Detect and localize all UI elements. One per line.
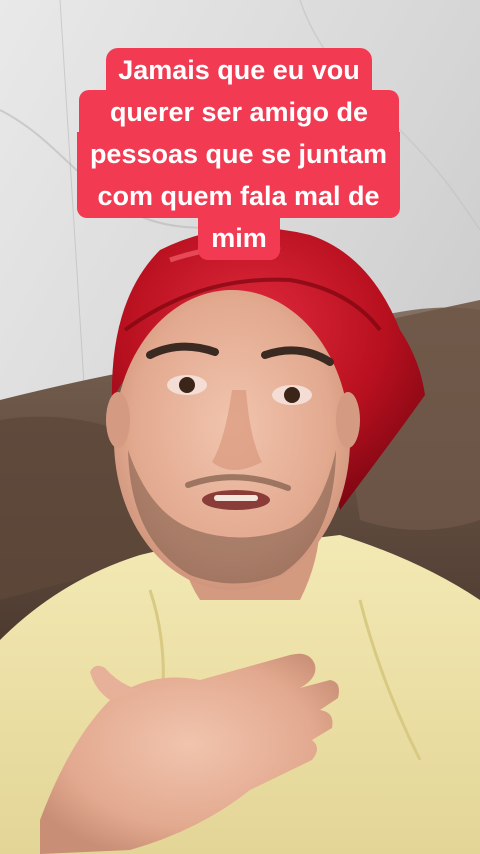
video-frame[interactable] (0, 0, 480, 854)
iris (284, 387, 300, 403)
scene-illustration (0, 0, 480, 854)
teeth (214, 495, 258, 501)
iris (179, 377, 195, 393)
ear (106, 392, 130, 448)
ear (336, 392, 360, 448)
